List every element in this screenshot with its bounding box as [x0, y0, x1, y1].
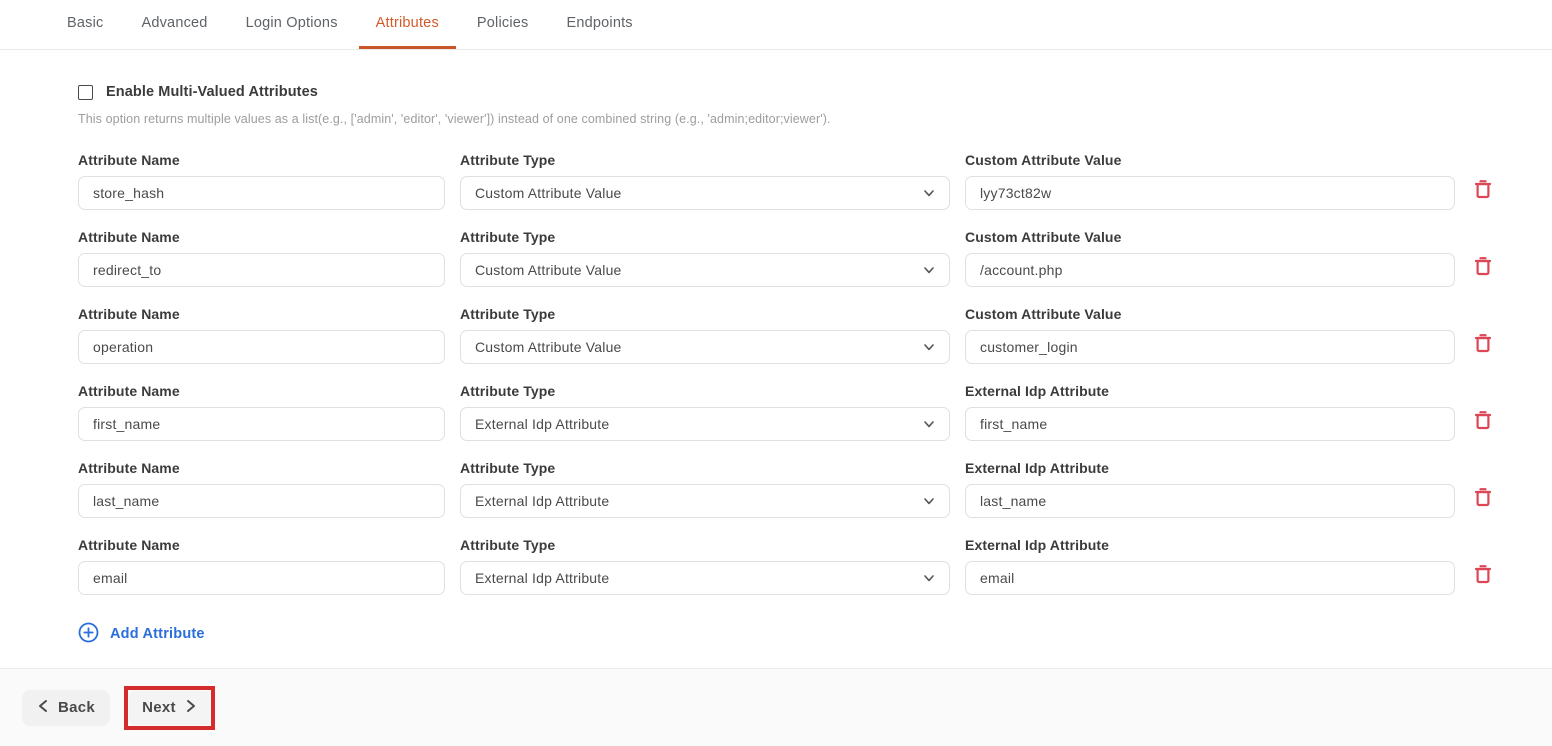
attribute-type-label: Attribute Type	[460, 537, 950, 553]
attribute-type-value: External Idp Attribute	[475, 570, 609, 586]
tab-login-options[interactable]: Login Options	[229, 0, 355, 49]
mapped-value-label: External Idp Attribute	[965, 460, 1455, 476]
attribute-row: Attribute Name Attribute Type External I…	[78, 383, 1552, 441]
multi-valued-label: Enable Multi-Valued Attributes	[106, 84, 318, 100]
trash-icon	[1473, 409, 1493, 434]
tab-advanced[interactable]: Advanced	[124, 0, 224, 49]
attribute-name-input[interactable]	[78, 561, 445, 595]
multi-valued-checkbox[interactable]	[78, 85, 93, 100]
attribute-type-label: Attribute Type	[460, 460, 950, 476]
attribute-name-label: Attribute Name	[78, 152, 445, 168]
attribute-row: Attribute Name Attribute Type External I…	[78, 460, 1552, 518]
chevron-down-icon	[922, 340, 936, 354]
next-button-label: Next	[142, 699, 176, 716]
mapped-value-label: Custom Attribute Value	[965, 306, 1455, 322]
attribute-type-select[interactable]: Custom Attribute Value	[460, 176, 950, 210]
add-attribute-button[interactable]: Add Attribute	[78, 622, 205, 646]
attribute-type-select[interactable]: External Idp Attribute	[460, 484, 950, 518]
delete-row-button[interactable]	[1470, 561, 1496, 595]
trash-icon	[1473, 178, 1493, 203]
attribute-type-value: Custom Attribute Value	[475, 262, 622, 278]
delete-row-button[interactable]	[1470, 407, 1496, 441]
mapped-value-input[interactable]	[965, 330, 1455, 364]
mapped-value-input[interactable]	[965, 253, 1455, 287]
next-button[interactable]: Next	[129, 691, 210, 725]
attribute-type-select[interactable]: External Idp Attribute	[460, 561, 950, 595]
tab-policies[interactable]: Policies	[460, 0, 546, 49]
attribute-type-label: Attribute Type	[460, 152, 950, 168]
tab-basic[interactable]: Basic	[50, 0, 120, 49]
attribute-type-select[interactable]: Custom Attribute Value	[460, 253, 950, 287]
trash-icon	[1473, 332, 1493, 357]
attribute-name-label: Attribute Name	[78, 537, 445, 553]
back-button-label: Back	[58, 699, 95, 716]
tab-endpoints[interactable]: Endpoints	[549, 0, 649, 49]
back-button[interactable]: Back	[22, 690, 110, 726]
multi-valued-row: Enable Multi-Valued Attributes	[78, 84, 1552, 100]
chevron-right-icon	[185, 699, 197, 717]
multi-valued-description: This option returns multiple values as a…	[78, 112, 1552, 126]
mapped-value-label: Custom Attribute Value	[965, 152, 1455, 168]
chevron-down-icon	[922, 186, 936, 200]
mapped-value-input[interactable]	[965, 484, 1455, 518]
attribute-name-label: Attribute Name	[78, 460, 445, 476]
attribute-type-value: External Idp Attribute	[475, 416, 609, 432]
attribute-name-label: Attribute Name	[78, 229, 445, 245]
mapped-value-input[interactable]	[965, 407, 1455, 441]
attribute-type-value: Custom Attribute Value	[475, 339, 622, 355]
mapped-value-input[interactable]	[965, 176, 1455, 210]
delete-row-button[interactable]	[1470, 253, 1496, 287]
settings-tabbar: Basic Advanced Login Options Attributes …	[0, 0, 1552, 50]
chevron-down-icon	[922, 263, 936, 277]
delete-row-button[interactable]	[1470, 484, 1496, 518]
attribute-name-input[interactable]	[78, 484, 445, 518]
chevron-down-icon	[922, 417, 936, 431]
attribute-type-select[interactable]: Custom Attribute Value	[460, 330, 950, 364]
mapped-value-input[interactable]	[965, 561, 1455, 595]
chevron-down-icon	[922, 571, 936, 585]
attribute-row: Attribute Name Attribute Type Custom Att…	[78, 152, 1552, 210]
attribute-type-select[interactable]: External Idp Attribute	[460, 407, 950, 441]
attribute-type-label: Attribute Type	[460, 229, 950, 245]
attribute-type-label: Attribute Type	[460, 383, 950, 399]
next-button-highlight-annotation: Next	[124, 686, 215, 730]
attribute-name-label: Attribute Name	[78, 383, 445, 399]
attribute-rows: Attribute Name Attribute Type Custom Att…	[78, 152, 1552, 595]
delete-row-button[interactable]	[1470, 176, 1496, 210]
attribute-type-value: External Idp Attribute	[475, 493, 609, 509]
attribute-name-input[interactable]	[78, 330, 445, 364]
trash-icon	[1473, 563, 1493, 588]
attribute-row: Attribute Name Attribute Type Custom Att…	[78, 306, 1552, 364]
wizard-footer: Back Next	[0, 668, 1552, 746]
tab-attributes[interactable]: Attributes	[359, 0, 456, 49]
plus-circle-icon	[78, 622, 99, 646]
attribute-name-input[interactable]	[78, 176, 445, 210]
attribute-type-value: Custom Attribute Value	[475, 185, 622, 201]
attribute-name-label: Attribute Name	[78, 306, 445, 322]
attributes-panel: Enable Multi-Valued Attributes This opti…	[0, 50, 1552, 648]
attribute-row: Attribute Name Attribute Type External I…	[78, 537, 1552, 595]
delete-row-button[interactable]	[1470, 330, 1496, 364]
attribute-row: Attribute Name Attribute Type Custom Att…	[78, 229, 1552, 287]
add-attribute-label: Add Attribute	[110, 626, 205, 642]
trash-icon	[1473, 255, 1493, 280]
attribute-type-label: Attribute Type	[460, 306, 950, 322]
mapped-value-label: Custom Attribute Value	[965, 229, 1455, 245]
mapped-value-label: External Idp Attribute	[965, 383, 1455, 399]
attribute-name-input[interactable]	[78, 407, 445, 441]
chevron-down-icon	[922, 494, 936, 508]
mapped-value-label: External Idp Attribute	[965, 537, 1455, 553]
chevron-left-icon	[37, 699, 49, 717]
trash-icon	[1473, 486, 1493, 511]
attribute-name-input[interactable]	[78, 253, 445, 287]
